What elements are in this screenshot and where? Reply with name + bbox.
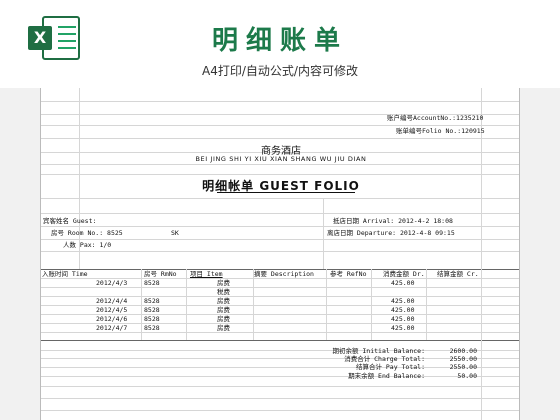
grid-line <box>41 239 519 240</box>
pay-total-label: 结算合计 Pay Total: <box>355 363 425 371</box>
folio-heading-underline <box>217 192 355 193</box>
row-room: 8528 <box>144 279 160 287</box>
folio-sheet: 账户编号AccountNo.:1235210 账单编号Folio No.:120… <box>40 88 520 420</box>
row-item: 房费 <box>217 324 230 332</box>
initial-balance-value: 2600.00 <box>449 347 477 355</box>
page-subtitle: A4打印/自动公式/内容可修改 <box>202 64 358 78</box>
room-number: 房号 Room No.: 8525 <box>51 229 123 237</box>
grid-line <box>41 125 519 126</box>
table-bottom-border <box>41 340 519 341</box>
grid-line <box>41 386 519 387</box>
grid-line <box>41 101 519 102</box>
grid-line <box>41 213 519 214</box>
grid-line <box>41 398 519 399</box>
grid-line <box>41 287 519 288</box>
row-item: 房费 <box>217 315 230 323</box>
grid-line-vertical <box>141 269 142 340</box>
grid-line <box>41 174 519 175</box>
grid-line <box>41 198 519 199</box>
row-date: 2012/4/6 <box>96 315 128 323</box>
grid-line-vertical <box>426 269 427 340</box>
column-header-description: 摘要 Description <box>254 270 314 278</box>
row-item: 房费 <box>217 297 230 305</box>
row-date: 2012/4/4 <box>96 297 128 305</box>
row-date: 2012/4/7 <box>96 324 128 332</box>
page-title: 明细账单 <box>211 26 348 56</box>
row-room: 8528 <box>144 315 160 323</box>
initial-balance-label: 期初余额 Initial Balance: <box>332 347 425 355</box>
charge-total-value: 2550.00 <box>449 355 477 363</box>
grid-line <box>41 226 519 227</box>
row-room: 8528 <box>144 297 160 305</box>
grid-line-vertical <box>371 269 372 340</box>
departure-info: 离店日期 Departure: 2012-4-8 09:15 <box>327 229 455 237</box>
end-balance-value: 50.00 <box>457 372 477 380</box>
pax-count: 人数 Pax: 1/0 <box>63 241 112 249</box>
column-header-credit: 结算金额 Cr. <box>437 270 479 278</box>
arrival-info: 抵店日期 Arrival: 2012-4-2 18:08 <box>333 217 453 225</box>
grid-line <box>41 410 519 411</box>
grid-line-vertical <box>186 269 187 340</box>
grid-line <box>41 251 519 252</box>
column-header-item: 项目 Item <box>190 270 223 278</box>
column-header-debit: 消费金额 Dr. <box>383 270 425 278</box>
row-amount: 425.00 <box>391 306 415 314</box>
charge-total-label: 消费合计 Charge Total: <box>344 355 425 363</box>
row-item: 房费 <box>217 306 230 314</box>
row-item: 房费 <box>217 279 230 287</box>
hotel-name-en: BEI JING SHI YI XIU XIAN SHANG WU JIU DI… <box>195 155 367 163</box>
column-header-room: 房号 RmNo <box>144 270 177 278</box>
column-header-time: 入账时间 Time <box>42 270 88 278</box>
guest-label: 宾客姓名 Guest: <box>43 217 97 225</box>
row-item: 税费 <box>217 288 230 296</box>
row-amount: 425.00 <box>391 324 415 332</box>
grid-line-vertical <box>323 198 324 269</box>
folio-number: 账单编号Folio No.:120915 <box>396 127 485 135</box>
row-amount: 425.00 <box>391 279 415 287</box>
row-room: 8528 <box>144 324 160 332</box>
room-type: SK <box>171 229 179 237</box>
end-balance-label: 期末余额 End Balance: <box>348 372 425 380</box>
header-banner: X 明细账单 A4打印/自动公式/内容可修改 <box>0 0 560 88</box>
row-date: 2012/4/5 <box>96 306 128 314</box>
row-date: 2012/4/3 <box>96 279 128 287</box>
row-room: 8528 <box>144 306 160 314</box>
grid-line-vertical <box>326 269 327 340</box>
grid-line <box>41 164 519 165</box>
spreadsheet-area: 账户编号AccountNo.:1235210 账单编号Folio No.:120… <box>0 88 560 420</box>
row-amount: 425.00 <box>391 315 415 323</box>
grid-line-vertical <box>481 88 482 420</box>
column-header-refno: 参考 RefNo <box>330 270 367 278</box>
row-amount: 425.00 <box>391 297 415 305</box>
account-number: 账户编号AccountNo.:1235210 <box>387 114 484 122</box>
pay-total-value: 2550.00 <box>449 363 477 371</box>
grid-line <box>41 332 519 333</box>
grid-line <box>41 138 519 139</box>
grid-line-vertical <box>253 269 254 340</box>
